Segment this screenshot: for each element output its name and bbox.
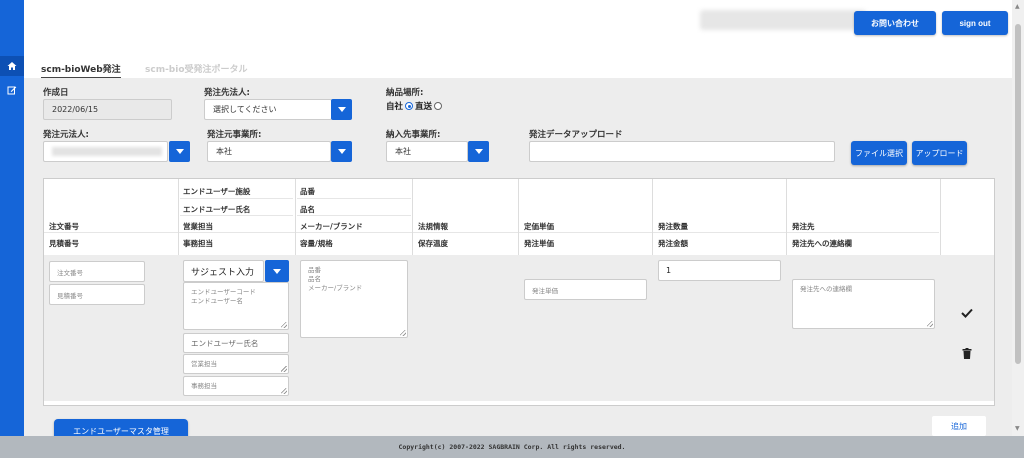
admin-textarea[interactable]: 事務担当	[183, 376, 289, 396]
enduser-name-input[interactable]: エンドユーザー氏名	[183, 333, 289, 353]
upload-label: 発注データアップロード	[529, 130, 623, 140]
created-date-label: 作成日	[43, 88, 69, 98]
divider	[180, 198, 293, 199]
chevron-down-icon	[175, 149, 184, 154]
enduser-suggest-input[interactable]: サジェスト入力	[183, 260, 264, 282]
header-product-name: 品名	[300, 205, 315, 214]
header-supplier-note: 発注先への連絡欄	[792, 239, 852, 248]
order-no-input[interactable]: 注文番号	[49, 261, 145, 282]
signout-button[interactable]: sign out	[942, 11, 1008, 35]
delivery-option-direct-label: 直送	[415, 102, 433, 112]
delivery-option-direct-radio[interactable]	[434, 102, 443, 110]
delivery-office-label: 納入先事業所:	[386, 130, 441, 140]
tab-scm-bio-portal[interactable]: scm-bio受発注ポータル	[145, 62, 248, 75]
product-no-placeholder: 品番	[308, 266, 321, 274]
orderer-office-select[interactable]: 本社	[207, 141, 331, 162]
scroll-up-icon[interactable]: ▲	[1015, 3, 1020, 10]
chevron-down-icon	[273, 268, 281, 274]
home-icon[interactable]	[0, 56, 24, 76]
product-textarea[interactable]: 品番 品名 メーカー/ブランド	[300, 260, 408, 338]
delivery-place-label: 納品場所:	[386, 88, 424, 98]
sidebar	[0, 0, 24, 458]
delivery-option-own-radio[interactable]	[405, 102, 414, 110]
enduser-suggest-dropdown-button[interactable]	[265, 260, 289, 282]
header-supplier: 発注先	[792, 222, 815, 231]
divider	[297, 198, 411, 199]
resize-grip-icon[interactable]	[281, 366, 287, 372]
upload-file-field[interactable]	[529, 141, 835, 162]
quote-no-input[interactable]: 見積番号	[49, 284, 145, 305]
product-name-placeholder: 品名	[308, 275, 321, 283]
vertical-scrollbar[interactable]: ▲ ▼	[1012, 0, 1024, 436]
order-form: 作成日 2022/06/15 発注先法人: 選択してください 納品場所: 自社 …	[24, 78, 1012, 443]
header-quote-no: 見積番号	[49, 239, 79, 248]
header-product-no: 品番	[300, 187, 315, 196]
orderer-select[interactable]	[43, 141, 168, 162]
header-list-price: 定価単価	[524, 222, 554, 231]
header-order-no: 注文番号	[49, 222, 79, 231]
delivery-office-dropdown-button[interactable]	[468, 141, 489, 162]
admin-placeholder: 事務担当	[191, 382, 217, 390]
user-info-blurred	[700, 10, 866, 30]
supplier-note-placeholder: 発注先への連絡欄	[800, 285, 852, 293]
supplier-select[interactable]: 選択してください	[204, 99, 332, 120]
edit-icon[interactable]	[0, 80, 24, 100]
header-capacity: 容量/規格	[300, 239, 333, 248]
delivery-office-select[interactable]: 本社	[386, 141, 468, 162]
resize-grip-icon[interactable]	[927, 321, 933, 327]
contact-button[interactable]: お問い合わせ	[854, 11, 936, 35]
upload-button[interactable]: アップロード	[912, 141, 967, 165]
tab-bar: scm-bioWeb発注 scm-bio受発注ポータル	[24, 58, 1012, 79]
header-order-amount: 発注金額	[658, 239, 688, 248]
header-enduser-name: エンドユーザー氏名	[183, 205, 251, 214]
product-maker-placeholder: メーカー/ブランド	[308, 284, 363, 292]
orderer-value-blurred	[52, 147, 162, 156]
divider	[180, 215, 293, 216]
enduser-code-textarea[interactable]: エンドユーザーコード エンドユーザー名	[183, 282, 289, 330]
header-order-qty: 発注数量	[658, 222, 688, 231]
resize-grip-icon[interactable]	[281, 322, 287, 328]
delivery-place-radios: 自社 直送	[386, 100, 443, 112]
sales-placeholder: 営業担当	[191, 360, 217, 368]
orderer-office-dropdown-button[interactable]	[331, 141, 352, 162]
divider	[297, 215, 411, 216]
orderer-label: 発注元法人:	[43, 130, 89, 140]
supplier-label: 発注先法人:	[204, 88, 250, 98]
header-storage-temp: 保存温度	[418, 239, 448, 248]
order-price-input[interactable]: 発注単価	[524, 279, 647, 300]
table-row: 注文番号 見積番号 サジェスト入力 エンドユーザーコード エンドユーザー名 エン…	[44, 255, 994, 401]
resize-grip-icon[interactable]	[400, 330, 406, 336]
tab-scm-bio-web[interactable]: scm-bioWeb発注	[41, 62, 121, 79]
scroll-down-icon[interactable]: ▼	[1015, 425, 1020, 432]
header-regulation: 法規情報	[418, 222, 448, 231]
chevron-down-icon	[474, 149, 483, 154]
header-admin: 事務担当	[183, 239, 213, 248]
order-qty-input[interactable]: 1	[658, 260, 781, 281]
add-row-button[interactable]: 追加	[932, 416, 986, 436]
header-maker-brand: メーカー/ブランド	[300, 222, 363, 231]
footer-copyright: Copyright(c) 2007-2022 SAGBRAIN Corp. Al…	[0, 436, 1024, 458]
trash-icon[interactable]	[962, 344, 974, 359]
header: お問い合わせ sign out	[24, 0, 1012, 50]
supplier-dropdown-button[interactable]	[331, 99, 352, 120]
header-sales: 営業担当	[183, 222, 213, 231]
header-enduser-facility: エンドユーザー施設	[183, 187, 251, 196]
sales-textarea[interactable]: 営業担当	[183, 354, 289, 374]
enduser-code-placeholder: エンドユーザーコード	[191, 288, 256, 296]
check-icon[interactable]	[961, 303, 975, 318]
table-header: 注文番号 見積番号 エンドユーザー施設 エンドユーザー氏名 営業担当 事務担当 …	[44, 179, 994, 255]
chevron-down-icon	[337, 107, 346, 112]
resize-grip-icon[interactable]	[281, 388, 287, 394]
scrollbar-thumb[interactable]	[1015, 24, 1021, 364]
orderer-office-label: 発注元事業所:	[207, 130, 262, 140]
order-table: 注文番号 見積番号 エンドユーザー施設 エンドユーザー氏名 営業担当 事務担当 …	[43, 178, 995, 406]
created-date-field: 2022/06/15	[43, 99, 172, 120]
supplier-note-textarea[interactable]: 発注先への連絡欄	[792, 279, 935, 329]
orderer-dropdown-button[interactable]	[169, 141, 190, 162]
chevron-down-icon	[337, 149, 346, 154]
file-select-button[interactable]: ファイル選択	[851, 141, 907, 165]
enduser-name-placeholder: エンドユーザー名	[191, 297, 243, 305]
header-order-price: 発注単価	[524, 239, 554, 248]
delivery-option-own-label: 自社	[386, 102, 404, 112]
